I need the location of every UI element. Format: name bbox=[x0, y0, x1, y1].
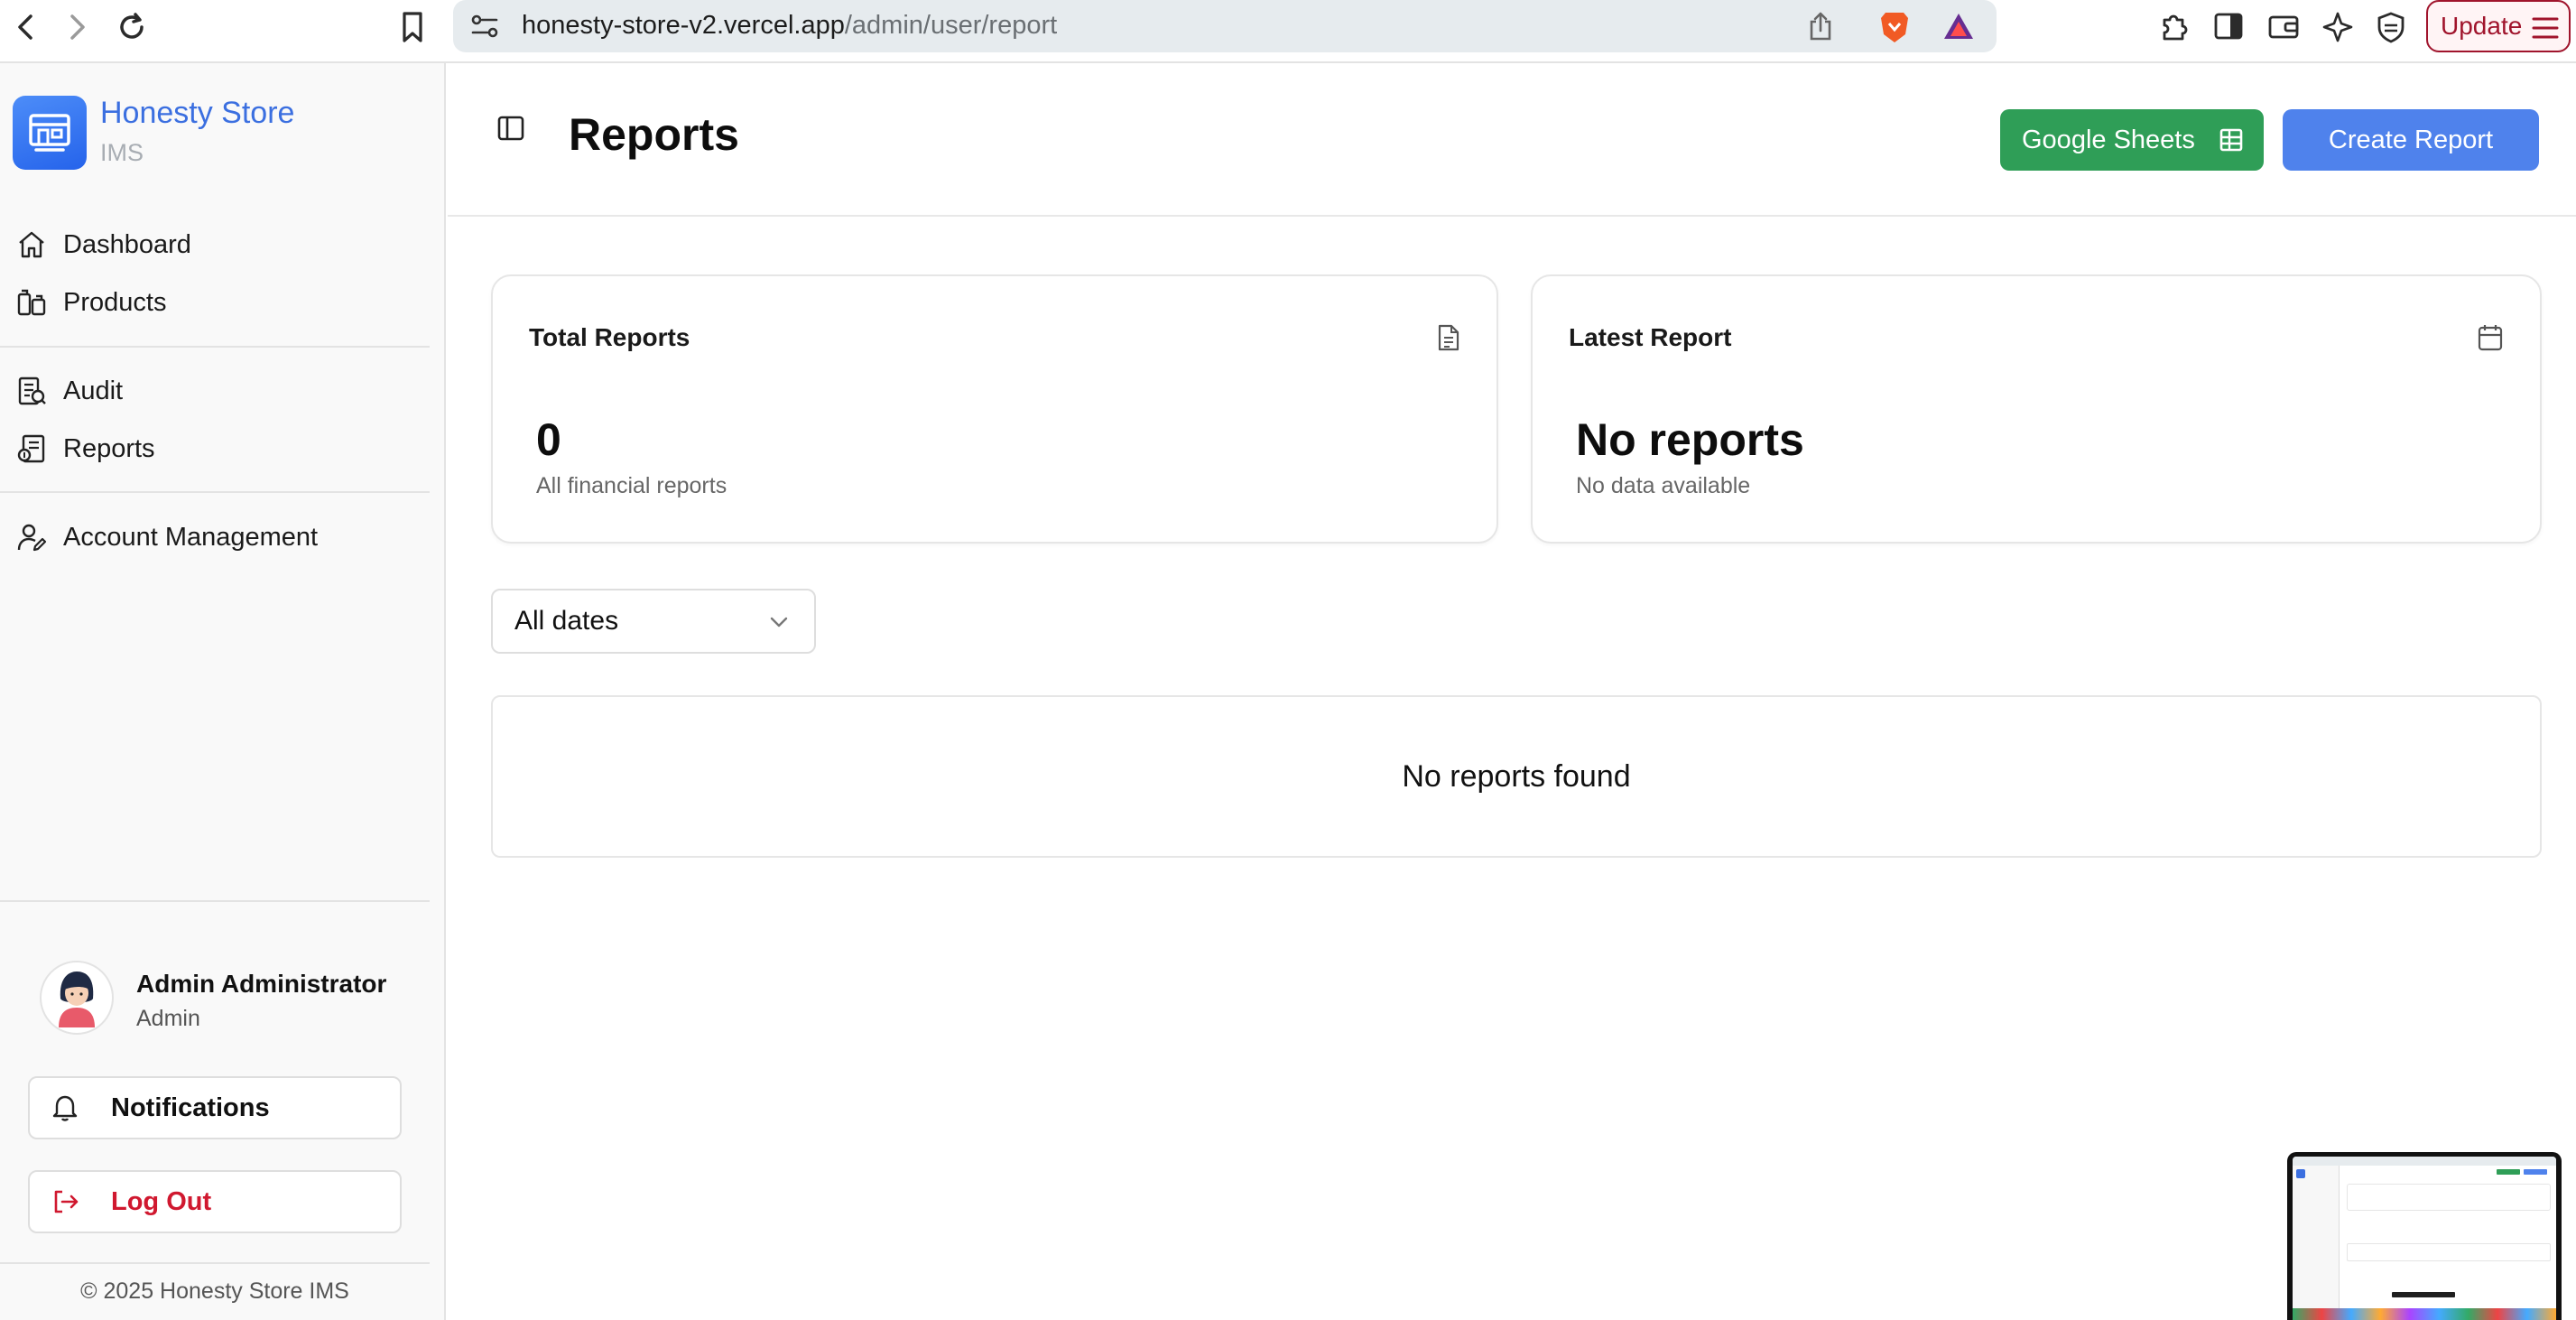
sidebar-item-label: Account Management bbox=[63, 522, 319, 552]
reports-empty-state: No reports found bbox=[491, 695, 2542, 858]
total-reports-card: Total Reports 0 All financial reports bbox=[491, 274, 1498, 544]
logout-button[interactable]: Log Out bbox=[28, 1170, 402, 1233]
date-filter-value: All dates bbox=[514, 606, 619, 636]
site-settings-icon bbox=[471, 14, 498, 38]
page-header: Reports Google Sheets Create Report bbox=[448, 63, 2576, 217]
logout-label: Log Out bbox=[111, 1186, 212, 1216]
extensions-icon[interactable] bbox=[2157, 11, 2190, 43]
rewards-triangle-icon[interactable] bbox=[1942, 11, 1975, 42]
chevron-down-icon bbox=[770, 617, 788, 627]
sidebar-divider bbox=[0, 491, 430, 493]
wallet-icon[interactable] bbox=[2267, 11, 2300, 42]
brand-name[interactable]: Honesty Store bbox=[100, 96, 294, 131]
main-content: Reports Google Sheets Create Report Tota… bbox=[448, 63, 2576, 1320]
sidebar-item-products[interactable]: Products bbox=[14, 280, 166, 325]
store-logo-icon bbox=[13, 96, 87, 170]
bookmark-icon bbox=[403, 12, 422, 42]
card-title: Latest Report bbox=[1569, 323, 1732, 351]
total-reports-value: 0 bbox=[536, 414, 561, 465]
sidebar-item-audit[interactable]: Audit bbox=[14, 368, 123, 414]
sidebar-item-account-management[interactable]: Account Management bbox=[14, 515, 318, 560]
forward-button[interactable] bbox=[58, 7, 97, 47]
sidebar-divider bbox=[0, 900, 430, 902]
card-subtitle: No data available bbox=[1576, 473, 1751, 498]
sidebar-item-label: Audit bbox=[63, 376, 124, 405]
user-edit-icon bbox=[14, 520, 49, 554]
create-report-label: Create Report bbox=[2328, 125, 2494, 154]
card-title: Total Reports bbox=[529, 323, 690, 351]
create-report-button[interactable]: Create Report bbox=[2283, 109, 2539, 171]
sidebar-item-label: Products bbox=[63, 287, 167, 317]
notifications-label: Notifications bbox=[111, 1092, 270, 1122]
sidebar-panel-icon[interactable] bbox=[2213, 11, 2244, 42]
thumbnail-preview bbox=[2293, 1157, 2556, 1320]
home-icon bbox=[14, 228, 49, 262]
google-sheets-label: Google Sheets bbox=[2022, 125, 2195, 154]
address-bar[interactable]: honesty-store-v2.vercel.app/admin/user/r… bbox=[453, 0, 1997, 52]
share-icon[interactable] bbox=[1807, 11, 1834, 42]
card-subtitle: All financial reports bbox=[536, 473, 727, 498]
brave-shield-icon[interactable] bbox=[1877, 9, 1912, 45]
calendar-icon bbox=[2478, 325, 2503, 351]
latest-report-value: No reports bbox=[1576, 414, 1804, 465]
brand-subtitle: IMS bbox=[100, 139, 144, 166]
sidebar-divider bbox=[0, 346, 430, 348]
empty-message: No reports found bbox=[1402, 758, 1631, 794]
notifications-button[interactable]: Notifications bbox=[28, 1076, 402, 1139]
update-label: Update bbox=[2441, 12, 2523, 40]
sidebar-item-reports[interactable]: Reports bbox=[14, 426, 155, 471]
url-text: honesty-store-v2.vercel.app/admin/user/r… bbox=[522, 11, 1058, 40]
menu-icon bbox=[2532, 17, 2559, 39]
google-sheets-button[interactable]: Google Sheets bbox=[2000, 109, 2264, 171]
back-button[interactable] bbox=[5, 7, 45, 47]
chevron-right-icon bbox=[70, 14, 85, 40]
user-role: Admin bbox=[136, 1006, 200, 1031]
date-filter-select[interactable]: All dates bbox=[491, 589, 816, 654]
sidebar-item-dashboard[interactable]: Dashboard bbox=[14, 222, 191, 267]
panel-left-icon bbox=[497, 116, 524, 141]
page-title: Reports bbox=[569, 109, 739, 160]
chevron-left-icon bbox=[18, 14, 32, 40]
sidebar-item-label: Dashboard bbox=[63, 229, 191, 259]
reload-icon bbox=[120, 13, 144, 39]
sheet-grid-icon bbox=[2219, 128, 2243, 152]
user-name: Admin Administrator bbox=[136, 970, 387, 998]
leo-ai-icon[interactable] bbox=[2321, 11, 2354, 43]
products-icon bbox=[14, 285, 49, 320]
sidebar-divider bbox=[0, 1262, 430, 1264]
vpn-shield-icon[interactable] bbox=[2376, 11, 2406, 43]
sidebar-toggle-button[interactable] bbox=[496, 114, 529, 146]
file-text-icon bbox=[1438, 324, 1459, 351]
browser-toolbar: honesty-store-v2.vercel.app/admin/user/r… bbox=[0, 0, 2576, 63]
reports-icon bbox=[14, 432, 49, 466]
screenshot-thumbnail[interactable] bbox=[2287, 1152, 2562, 1320]
reload-button[interactable] bbox=[112, 7, 152, 47]
sidebar: Honesty Store IMS Dashboard Products Aud… bbox=[0, 63, 446, 1320]
logout-icon bbox=[51, 1188, 82, 1215]
update-button[interactable]: Update bbox=[2426, 0, 2571, 52]
avatar bbox=[40, 961, 114, 1035]
bell-icon bbox=[51, 1093, 82, 1122]
sidebar-item-label: Reports bbox=[63, 433, 155, 463]
audit-icon bbox=[14, 374, 49, 408]
latest-report-card: Latest Report No reports No data availab… bbox=[1531, 274, 2542, 544]
bookmark-button[interactable] bbox=[393, 7, 432, 47]
copyright-text: © 2025 Honesty Store IMS bbox=[80, 1278, 349, 1304]
